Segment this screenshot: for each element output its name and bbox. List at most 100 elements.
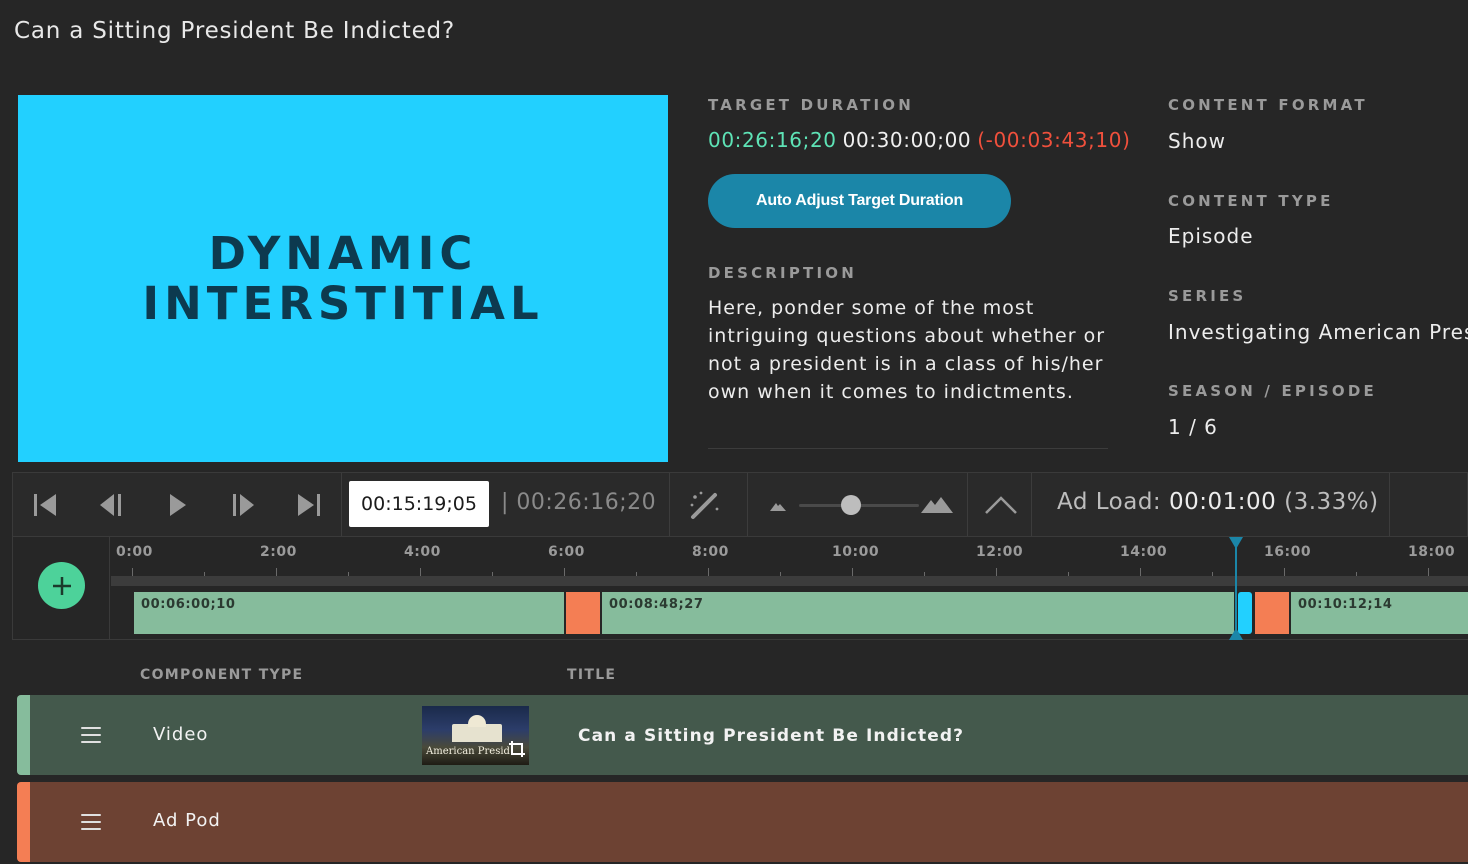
- content-type-label: CONTENT TYPE: [1168, 192, 1334, 210]
- ruler-tick: [564, 568, 565, 576]
- ad-load-label: Ad Load:: [1057, 489, 1162, 515]
- ruler-label: 8:00: [692, 544, 729, 560]
- segment-duration: 00:08:48;27: [609, 597, 704, 612]
- ruler-bar: [111, 576, 1468, 586]
- ruler-label: 14:00: [1120, 544, 1168, 560]
- crop-icon: [509, 741, 525, 757]
- preview-line-1: DYNAMIC: [208, 226, 478, 280]
- timeline-segment-ad[interactable]: [1255, 592, 1289, 634]
- zoom-out-button[interactable]: [761, 487, 797, 523]
- description-divider: [708, 448, 1108, 449]
- description-text: Here, ponder some of the most intriguing…: [708, 297, 1106, 403]
- timeline-segment-video[interactable]: 00:08:48;27: [602, 592, 1234, 634]
- ruler-tick: [1428, 568, 1429, 576]
- target-duration: 00:30:00;00: [842, 128, 972, 152]
- page-title: Can a Sitting President Be Indicted?: [14, 18, 455, 44]
- chevron-up-icon: [985, 496, 1017, 514]
- collapse-button[interactable]: [983, 487, 1019, 523]
- ruler-label: 10:00: [832, 544, 880, 560]
- total-time: | 00:26:16;20: [501, 490, 657, 515]
- ad-load-readout: Ad Load: 00:01:00 (3.33%): [1057, 489, 1379, 515]
- playhead[interactable]: [1235, 541, 1237, 637]
- column-header-component-type: COMPONENT TYPE: [140, 667, 304, 683]
- playhead-top-handle[interactable]: [1229, 537, 1243, 549]
- duration-readout: 00:26:16;20 00:30:00;00 (-00:03:43;10): [708, 128, 1130, 152]
- ruler-tick: [1140, 568, 1141, 576]
- step-back-button[interactable]: [93, 487, 129, 523]
- step-forward-icon: [233, 494, 254, 516]
- timeline-tools: [13, 537, 110, 639]
- content-format-value: Show: [1168, 129, 1226, 153]
- target-duration-label: TARGET DURATION: [708, 96, 914, 114]
- ruler-tick: [1284, 568, 1285, 576]
- season-episode-value: 1 / 6: [1168, 415, 1218, 439]
- skip-to-end-button[interactable]: [291, 487, 327, 523]
- thumbnail-dome: [468, 715, 486, 727]
- zoom-in-button[interactable]: [919, 487, 955, 523]
- ruler-label: 0:00: [116, 544, 153, 560]
- ruler-label: 18:00: [1408, 544, 1456, 560]
- ad-load-percent: (3.33%): [1284, 489, 1379, 515]
- preview-text: DYNAMIC INTERSTITIAL: [142, 226, 544, 330]
- row-color-stripe: [17, 782, 30, 862]
- video-preview[interactable]: DYNAMIC INTERSTITIAL: [18, 95, 668, 462]
- content-format-label: CONTENT FORMAT: [1168, 96, 1368, 114]
- zoom-slider-knob[interactable]: [841, 495, 861, 515]
- component-title: Can a Sitting President Be Indicted?: [578, 726, 965, 746]
- ruler-label: 4:00: [404, 544, 441, 560]
- thumbnail-caption: American Presid: [426, 746, 510, 757]
- divider: [1389, 473, 1390, 536]
- ruler-tick: [420, 568, 421, 576]
- zoom-out-icon: [770, 503, 786, 511]
- divider: [341, 473, 342, 536]
- segment-duration: 00:10:12;14: [1298, 597, 1393, 612]
- component-row-video[interactable]: Video American Presid Can a Sitting Pres…: [17, 695, 1468, 775]
- season-episode-label: SEASON / EPISODE: [1168, 382, 1377, 400]
- player-controls: 00:15:19;05 | 00:26:16;20 Ad Load: 00:01…: [12, 472, 1468, 537]
- skip-end-icon: [298, 494, 320, 516]
- play-button[interactable]: [159, 487, 195, 523]
- ruler-label: 12:00: [976, 544, 1024, 560]
- divider: [1031, 473, 1032, 536]
- current-duration: 00:26:16;20: [708, 128, 837, 152]
- component-type: Video: [153, 724, 209, 745]
- preview-line-2: INTERSTITIAL: [142, 276, 544, 330]
- timeline-segment-video[interactable]: 00:06:00;10: [134, 592, 564, 634]
- ruler-label: 16:00: [1264, 544, 1312, 560]
- ruler-label: 2:00: [260, 544, 297, 560]
- current-timecode-input[interactable]: 00:15:19;05: [349, 481, 489, 527]
- component-type: Ad Pod: [153, 810, 221, 831]
- zoom-in-icon: [921, 497, 953, 513]
- skip-start-icon: [34, 494, 56, 516]
- ad-load-value: 00:01:00: [1168, 489, 1277, 515]
- divider: [967, 473, 968, 536]
- play-icon: [170, 494, 186, 516]
- skip-to-start-button[interactable]: [27, 487, 63, 523]
- divider: [747, 473, 748, 536]
- auto-adjust-button[interactable]: Auto Adjust Target Duration: [708, 174, 1011, 228]
- drag-handle-icon[interactable]: [81, 814, 101, 830]
- playhead-bottom-handle[interactable]: [1229, 628, 1243, 640]
- timeline-segment-ad[interactable]: [566, 592, 600, 634]
- duration-difference: (-00:03:43;10): [977, 128, 1131, 152]
- ruler-label: 6:00: [548, 544, 585, 560]
- add-component-button[interactable]: [38, 562, 85, 609]
- row-color-stripe: [17, 695, 30, 775]
- description-label: DESCRIPTION: [708, 264, 857, 282]
- timeline[interactable]: 0:00 2:00 4:00 6:00 8:00 10:00 12:00 14:…: [12, 537, 1468, 640]
- ruler-tick: [708, 568, 709, 576]
- ruler-tick: [996, 568, 997, 576]
- step-forward-button[interactable]: [225, 487, 261, 523]
- timeline-segment-video[interactable]: 00:10:12;14: [1291, 592, 1468, 634]
- magic-wand-button[interactable]: [687, 487, 723, 523]
- drag-handle-icon[interactable]: [81, 727, 101, 743]
- step-back-icon: [100, 494, 121, 516]
- series-label: SERIES: [1168, 287, 1247, 305]
- ruler-tick: [132, 568, 133, 576]
- magic-wand-icon: [690, 491, 719, 519]
- video-thumbnail[interactable]: American Presid: [422, 706, 529, 765]
- component-row-ad-pod[interactable]: Ad Pod: [17, 782, 1468, 862]
- ruler-tick: [276, 568, 277, 576]
- plus-icon: [52, 576, 71, 595]
- series-value: Investigating American Presi: [1168, 320, 1468, 344]
